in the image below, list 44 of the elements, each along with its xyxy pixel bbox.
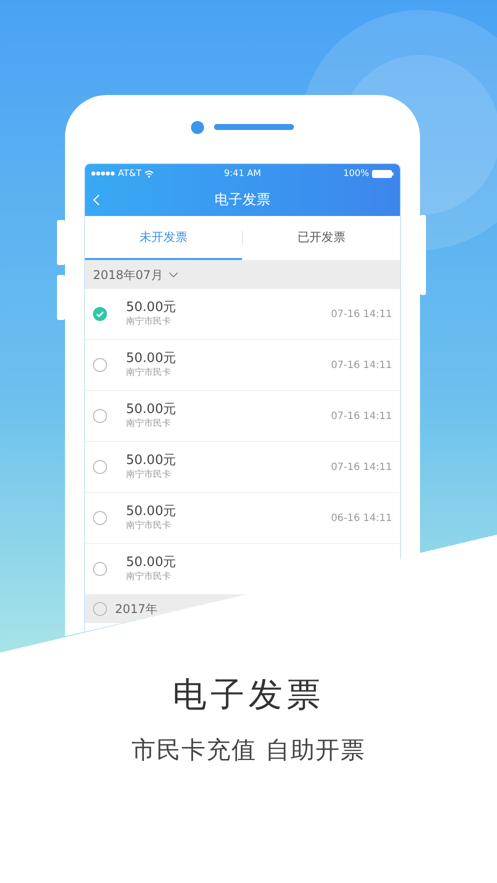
radio-button[interactable] [93,602,107,616]
radio-button[interactable] [93,409,107,423]
invoice-row[interactable]: 50.00元 南宁市民卡 07-16 14:11 [85,391,400,442]
time-text: 06-16 14:11 [330,512,392,524]
radio-button[interactable] [93,460,107,474]
time-text: 07-16 14:11 [330,462,392,472]
section-header[interactable]: 2018年07月 [85,261,400,289]
checked-radio-icon[interactable] [93,307,107,321]
card-name: 南宁市民卡 [126,469,172,481]
invoice-row[interactable]: 50.00元 南宁市民卡 07-16 14:11 [85,340,400,391]
back-icon[interactable] [93,194,100,206]
time-text: 07-16 14:11 [330,308,392,320]
card-name: 南宁市民卡 [126,418,172,430]
radio-button[interactable] [93,562,107,576]
amount-text: 50.00元 [126,351,176,367]
signal-icon [91,171,115,176]
battery-percent: 100% [343,168,369,178]
section-label: 2017年 [115,600,158,618]
invoice-row[interactable]: 50.00元 南宁市民卡 07-16 14:11 [85,289,400,340]
card-name: 南宁市民卡 [126,316,172,328]
card-name: 南宁市民卡 [126,571,172,583]
amount-text: 50.00元 [126,555,176,571]
wifi-icon [144,170,154,178]
card-name: 南宁市民卡 [126,367,172,379]
carrier-label: AT&T [118,168,142,178]
time-text: 07-16 14:11 [330,410,392,422]
invoice-row[interactable]: 50.00元 南宁市民卡 06-16 14:11 [85,493,400,544]
promo-headline: 电子发票 [172,674,324,717]
radio-button[interactable] [93,511,107,525]
invoice-row[interactable]: 50.00元 南宁市民卡 07-16 14:11 [85,442,400,493]
amount-text: 50.00元 [126,402,176,418]
amount-text: 50.00元 [126,300,176,316]
amount-text: 50.00元 [126,453,176,469]
card-name: 南宁市民卡 [126,520,172,532]
status-time: 9:41 AM [224,168,261,178]
battery-icon [372,170,394,178]
section-label: 2018年07月 [93,266,163,284]
screen-title: 电子发票 [214,190,270,208]
amount-text: 50.00元 [126,504,176,520]
radio-button[interactable] [93,358,107,372]
time-text: 07-16 14:11 [330,360,392,370]
camera-dot [191,120,204,134]
chevron-down-icon[interactable] [168,272,178,278]
promo-subtitle: 市民卡充值 自助开票 [132,735,366,766]
